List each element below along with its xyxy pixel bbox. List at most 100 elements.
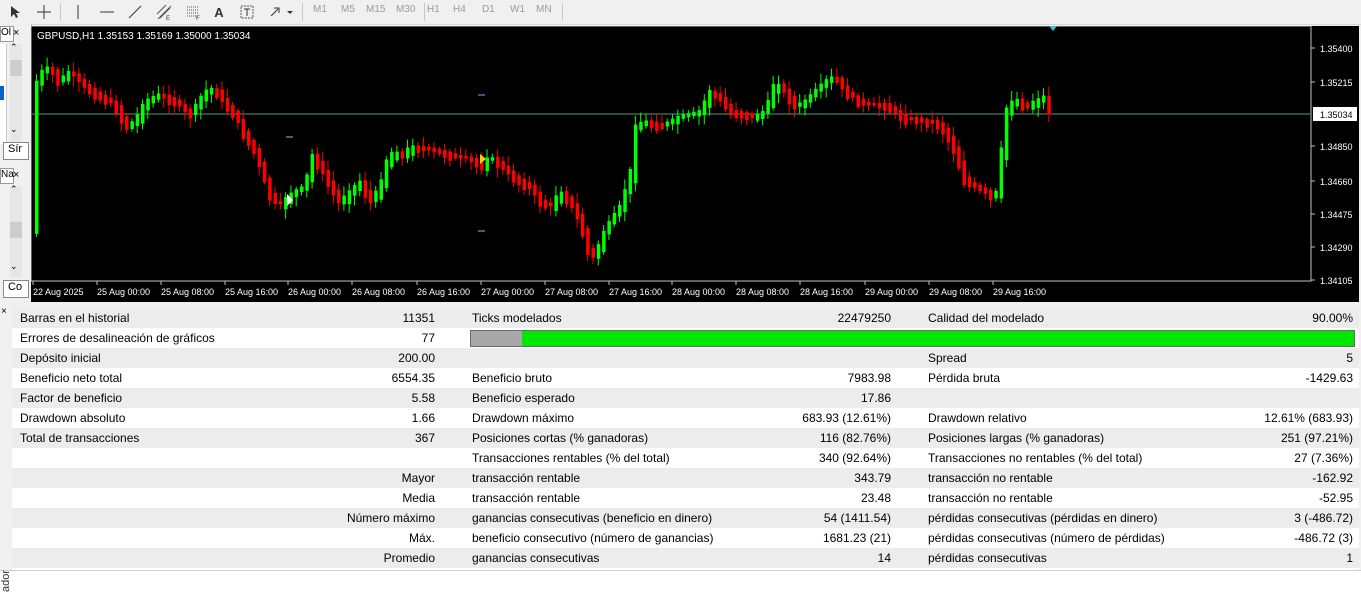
time-label: 27 Aug 00:00: [481, 287, 534, 297]
candle-bearish: [533, 184, 537, 196]
report-label: Factor de beneficio: [20, 391, 123, 405]
report-label: Pérdida bruta: [928, 371, 1001, 385]
time-label: 25 Aug 00:00: [97, 287, 150, 297]
scroll-down-icon[interactable]: ⌄: [10, 261, 18, 272]
report-row: Promedio ganancias consecutivas 14 pérdidas…: [12, 548, 1359, 568]
candle-bearish: [989, 190, 993, 201]
report-side-strip: ×: [0, 304, 12, 570]
report-label: Drawdown máximo: [472, 411, 575, 425]
vertical-line-icon[interactable]: [67, 2, 89, 22]
candle-bullish: [300, 186, 304, 192]
candle-bullish: [130, 121, 134, 130]
text-label-icon[interactable]: [236, 2, 258, 22]
candle-bearish: [845, 85, 850, 100]
candle-bullish: [618, 205, 622, 217]
report-label: transacción no rentable: [928, 471, 1053, 485]
report-label: Drawdown absoluto: [20, 411, 126, 425]
report-value: 5: [1346, 351, 1353, 365]
horizontal-line-icon[interactable]: [96, 2, 118, 22]
arrows-dropdown-icon[interactable]: [266, 2, 296, 22]
close-icon[interactable]: ×: [13, 27, 19, 39]
report-label: Depósito inicial: [20, 351, 101, 365]
timeframe-m30-button[interactable]: M30: [396, 4, 415, 15]
trendline-icon[interactable]: [124, 2, 146, 22]
candle-bearish: [729, 103, 733, 116]
candle-bearish: [98, 91, 103, 101]
candle-bearish: [745, 112, 749, 120]
navigator-tab[interactable]: Na: [0, 168, 14, 184]
candle-bearish: [718, 93, 723, 102]
candle-bearish: [268, 177, 272, 201]
cursor-arrow-icon[interactable]: [4, 2, 26, 22]
report-row: Factor de beneficio 5.58 Beneficio esperad…: [12, 388, 1359, 408]
timeframe-h4-button[interactable]: H4: [453, 4, 466, 15]
report-row: Errores de desalineación de gráficos 77: [12, 328, 1359, 348]
timeframe-h1-button[interactable]: H1: [427, 4, 440, 15]
candle-bearish: [501, 160, 505, 171]
report-value: 14: [877, 551, 891, 565]
market-watch-tab[interactable]: Ol: [0, 26, 14, 42]
scroll-down-icon[interactable]: ⌄: [10, 124, 18, 135]
candle-bearish: [898, 109, 903, 121]
close-icon[interactable]: ×: [1, 306, 7, 317]
candle-bearish: [565, 191, 569, 205]
timeframe-m1-button[interactable]: M1: [313, 4, 327, 15]
report-row: Transacciones rentables (% del total) 340…: [12, 448, 1359, 468]
report-label: Máx.: [408, 531, 435, 545]
symbols-tab[interactable]: Sír: [3, 142, 29, 160]
modeling-quality-bar: [470, 330, 1355, 347]
candle-bullish: [1042, 95, 1046, 103]
candle-bullish: [194, 103, 198, 116]
report-value: -1429.63: [1305, 371, 1353, 385]
report-value: 200.00: [398, 351, 435, 365]
candle-bearish: [273, 192, 277, 204]
close-icon[interactable]: ×: [13, 169, 19, 181]
text-tool-button[interactable]: A: [208, 2, 230, 22]
timeframe-m15-button[interactable]: M15: [366, 4, 385, 15]
candle-bullish: [766, 99, 770, 114]
crosshair-icon[interactable]: [33, 2, 55, 22]
common-tab[interactable]: Co: [3, 280, 29, 298]
candle-bearish: [920, 117, 924, 123]
report-label: Ticks modelados: [472, 311, 562, 325]
candle-bearish: [421, 146, 426, 152]
scroll-up-icon[interactable]: ⌃: [10, 42, 18, 53]
scroll-up-icon[interactable]: ⌃: [10, 184, 18, 195]
candle-bearish: [517, 175, 521, 186]
report-value: 27 (7.36%): [1294, 451, 1353, 465]
timeframe-mn-button[interactable]: MN: [536, 4, 552, 15]
candle-bearish: [649, 120, 654, 128]
report-label: transacción rentable: [472, 471, 581, 485]
candle-bearish: [893, 106, 898, 114]
report-row: Depósito inicial 200.00 Spread 5: [12, 348, 1359, 368]
candle-bearish: [103, 94, 108, 105]
time-label: 28 Aug 08:00: [736, 287, 789, 297]
candle-bullish: [1010, 100, 1014, 116]
scrollbar-thumb[interactable]: [10, 222, 22, 238]
report-label: Beneficio neto total: [20, 371, 123, 385]
candle-bearish: [469, 156, 474, 163]
candle-bearish: [946, 127, 951, 143]
candle-bullish: [686, 113, 691, 118]
timeframe-w1-button[interactable]: W1: [510, 4, 525, 15]
candle-bullish: [559, 191, 564, 204]
equidistant-channel-icon[interactable]: E: [153, 2, 175, 22]
candle-bearish: [82, 78, 87, 88]
candle-bullish: [342, 195, 346, 205]
candle-bearish: [543, 199, 548, 209]
candle-bearish: [930, 120, 935, 124]
report-value: 3 (-486.72): [1294, 511, 1353, 525]
fibonacci-retracement-icon[interactable]: F: [182, 2, 204, 22]
report-label: Mayor: [401, 471, 435, 485]
price-chart[interactable]: GBPUSD,H1 1.35153 1.35169 1.35000 1.3503…: [31, 26, 1359, 302]
candle-bearish: [591, 248, 595, 258]
candle-bullish: [702, 100, 707, 116]
candle-bullish: [633, 124, 638, 184]
candle-bearish: [512, 171, 516, 183]
candle-bearish: [586, 228, 590, 255]
timeframe-d1-button[interactable]: D1: [482, 4, 495, 15]
candle-bullish: [374, 190, 378, 203]
scrollbar-thumb[interactable]: [10, 60, 22, 76]
timeframe-m5-button[interactable]: M5: [341, 4, 355, 15]
candle-bullish: [798, 102, 802, 107]
